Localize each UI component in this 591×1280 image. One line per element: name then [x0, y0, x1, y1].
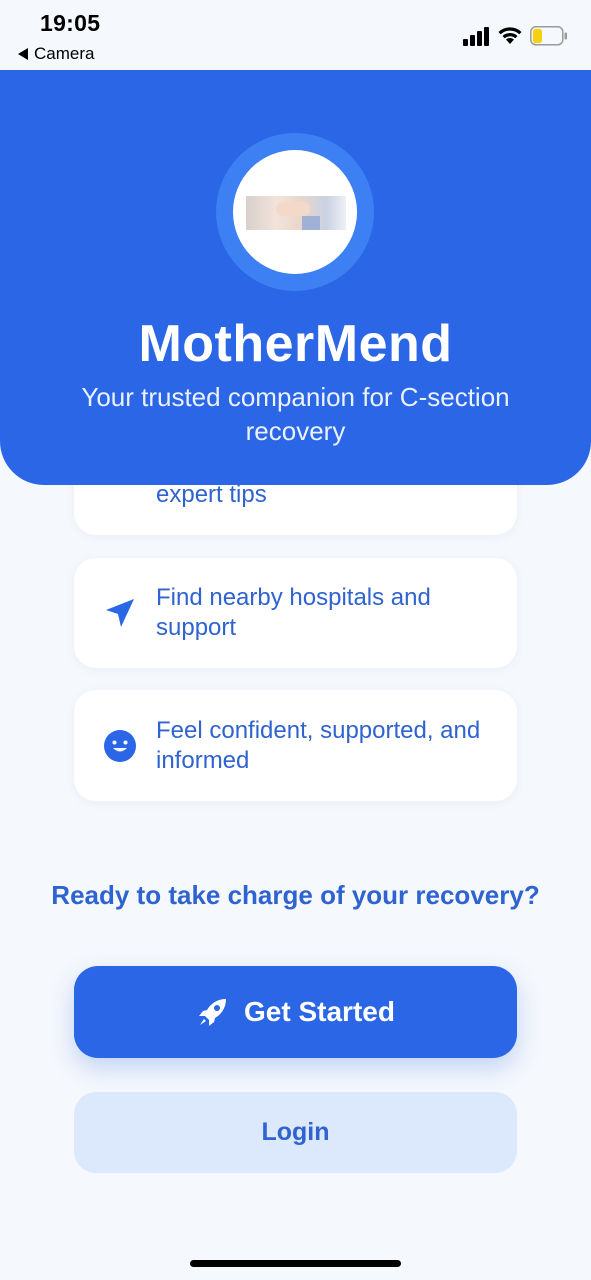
rocket-icon	[199, 999, 227, 1026]
app-tagline: Your trusted companion for C-section rec…	[81, 382, 510, 446]
status-bar: 19:05 Camera	[0, 0, 591, 70]
feature-text: Find nearby hospitals and support	[156, 584, 431, 641]
logo-photo	[246, 196, 346, 230]
logo-hand-shape	[276, 202, 310, 216]
get-started-label: Get Started	[244, 996, 395, 1027]
cta-prompt: Ready to take charge of your recovery?	[51, 880, 540, 910]
login-label: Login	[261, 1118, 330, 1146]
battery-icon	[530, 26, 567, 46]
logo-object-shape	[302, 216, 320, 230]
back-triangle-icon	[18, 48, 28, 60]
navigation-arrow-icon	[106, 599, 134, 627]
app-logo	[233, 150, 357, 274]
smile-icon	[104, 730, 136, 762]
back-app-label: Camera	[34, 44, 95, 63]
get-started-button[interactable]: Get Started	[74, 966, 517, 1058]
status-time: 19:05	[40, 10, 101, 36]
wifi-icon	[498, 27, 522, 44]
feature-card-confidence: Feel confident, supported, and informed	[74, 690, 517, 801]
signal-icon	[463, 27, 489, 46]
feature-text: Feel confident, supported, and informed	[156, 717, 481, 774]
feature-card-hospitals[interactable]: Find nearby hospitals and support	[74, 558, 517, 668]
login-button[interactable]: Login	[74, 1092, 517, 1173]
home-indicator[interactable]	[190, 1260, 401, 1267]
back-to-app-link[interactable]: Camera	[18, 44, 94, 64]
app-title: MotherMend	[138, 315, 453, 373]
logo-ring	[216, 133, 374, 291]
hero-header: MotherMend Your trusted companion for C-…	[0, 70, 591, 485]
